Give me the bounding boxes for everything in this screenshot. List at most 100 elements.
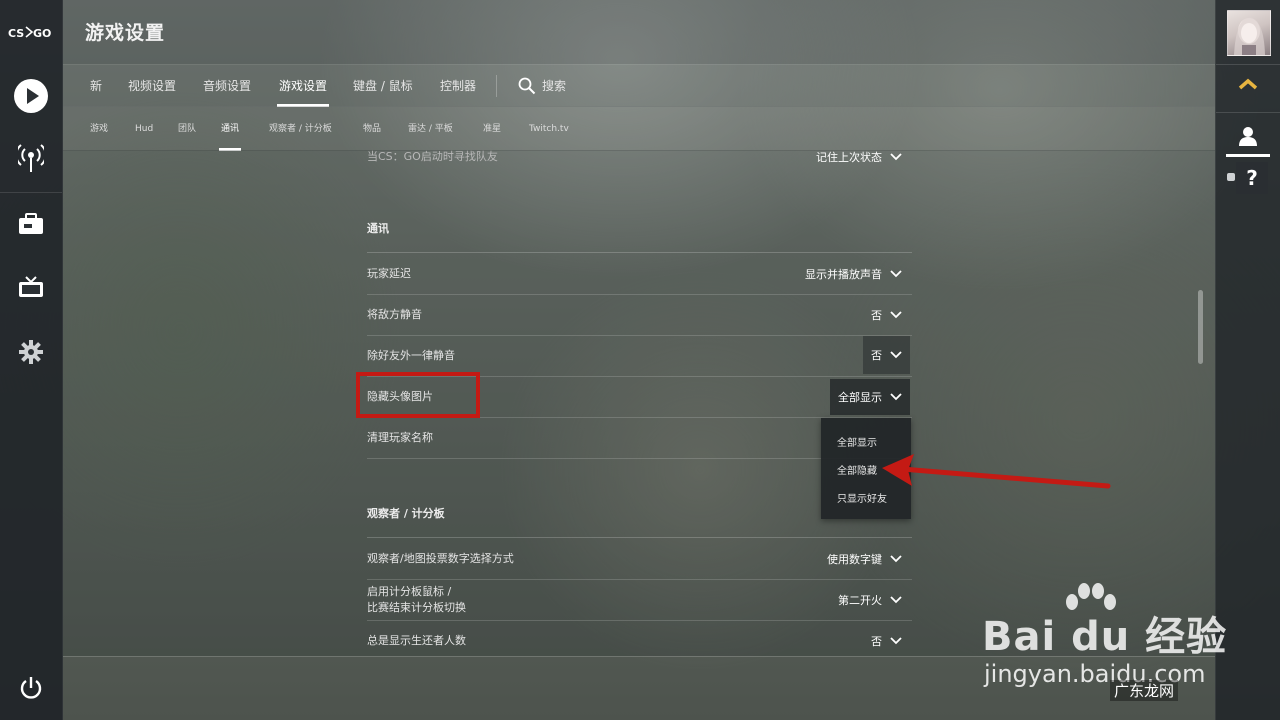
setting-dropdown-open[interactable]: 全部显示 bbox=[830, 379, 910, 415]
header: 游戏设置 bbox=[63, 0, 1215, 64]
setting-row-vote-number-method[interactable]: 观察者/地图投票数字选择方式 使用数字键 bbox=[367, 538, 912, 580]
setting-label: 清理玩家名称 bbox=[367, 431, 433, 444]
setting-dropdown[interactable]: 显示并播放声音 bbox=[805, 263, 902, 285]
setting-row-mute-non-friends[interactable]: 除好友外一律静音 否 bbox=[367, 335, 912, 377]
setting-row-player-ping[interactable]: 玩家延迟 显示并播放声音 bbox=[367, 253, 912, 295]
annotation-arrow bbox=[882, 454, 1111, 489]
chevron-down-icon bbox=[890, 351, 902, 359]
setting-dropdown[interactable]: 否 bbox=[871, 630, 902, 652]
chevron-down-icon bbox=[890, 153, 902, 161]
setting-label: 启用计分板鼠标 / 比赛结束计分板切换 bbox=[367, 584, 466, 616]
section-title-communication: 通讯 bbox=[367, 222, 389, 235]
scrollbar-thumb[interactable] bbox=[1198, 290, 1203, 364]
watch-broadcast-button[interactable] bbox=[0, 130, 62, 186]
subtab-twitch[interactable]: Twitch.tv bbox=[529, 107, 569, 151]
setting-label-line2: 比赛结束计分板切换 bbox=[367, 601, 466, 614]
broadcast-icon bbox=[18, 144, 44, 172]
power-button[interactable] bbox=[0, 660, 62, 716]
question-icon: ? bbox=[1246, 166, 1258, 190]
play-icon bbox=[14, 79, 48, 113]
user-avatar[interactable] bbox=[1227, 10, 1271, 56]
section-title-spectator-scoreboard: 观察者 / 计分板 bbox=[367, 507, 445, 520]
tab-new[interactable]: 新 bbox=[90, 65, 102, 107]
sub-tabs: 游戏 Hud 团队 通讯 观察者 / 计分板 物品 雷达 / 平板 准星 Twi… bbox=[63, 106, 1215, 151]
left-nav-rail: CS GO bbox=[0, 0, 63, 720]
settings-button[interactable] bbox=[0, 324, 62, 380]
subtab-hud[interactable]: Hud bbox=[135, 107, 153, 151]
tv-icon bbox=[19, 276, 43, 297]
gear-icon bbox=[19, 340, 43, 364]
tab-audio-settings[interactable]: 音频设置 bbox=[203, 65, 251, 107]
main-tabs: 新 视频设置 音频设置 游戏设置 键盘 / 鼠标 控制器 搜索 bbox=[63, 64, 1215, 107]
rail-divider bbox=[1216, 64, 1280, 65]
tab-controller[interactable]: 控制器 bbox=[440, 65, 476, 107]
dropdown-option-hide-all[interactable]: 全部隐藏 bbox=[837, 462, 877, 477]
setting-label: 当CS：GO启动时寻找队友 bbox=[367, 150, 498, 163]
watch-tv-button[interactable] bbox=[0, 260, 62, 316]
setting-dropdown[interactable]: 否 bbox=[871, 304, 902, 326]
chevron-down-icon bbox=[890, 311, 902, 319]
setting-value: 使用数字键 bbox=[827, 553, 882, 566]
subtab-communication[interactable]: 通讯 bbox=[219, 107, 242, 151]
tab-keyboard-mouse[interactable]: 键盘 / 鼠标 bbox=[353, 65, 413, 107]
setting-value: 否 bbox=[871, 309, 882, 322]
setting-label: 观察者/地图投票数字选择方式 bbox=[367, 552, 514, 565]
csgo-logo-icon: CS GO bbox=[8, 26, 51, 40]
setting-label: 除好友外一律静音 bbox=[367, 349, 455, 362]
subtab-radar-tablet[interactable]: 雷达 / 平板 bbox=[408, 107, 453, 151]
subtab-spectator-scoreboard[interactable]: 观察者 / 计分板 bbox=[269, 107, 332, 151]
svg-text:CS: CS bbox=[8, 27, 24, 40]
play-button[interactable] bbox=[0, 68, 62, 124]
rank-badge[interactable] bbox=[1238, 76, 1258, 95]
tab-video-settings[interactable]: 视频设置 bbox=[128, 65, 176, 107]
setting-label: 玩家延迟 bbox=[367, 267, 411, 280]
inventory-button[interactable] bbox=[0, 196, 62, 252]
chevron-down-icon bbox=[890, 555, 902, 563]
briefcase-icon bbox=[19, 213, 43, 234]
tab-game-settings[interactable]: 游戏设置 bbox=[277, 65, 330, 107]
chevron-down-icon bbox=[890, 596, 902, 604]
avatar-image bbox=[1234, 17, 1265, 55]
setting-value: 全部显示 bbox=[838, 391, 882, 404]
csgo-logo[interactable]: CS GO bbox=[0, 0, 62, 64]
setting-row-find-teammates[interactable]: 当CS：GO启动时寻找队友 记住上次状态 bbox=[367, 150, 912, 177]
svg-text:GO: GO bbox=[33, 27, 51, 40]
power-icon bbox=[20, 677, 42, 699]
setting-value: 记住上次状态 bbox=[816, 151, 882, 164]
rail-divider bbox=[0, 192, 62, 193]
dropdown-option-show-all[interactable]: 全部显示 bbox=[837, 434, 877, 449]
settings-panel: 当CS：GO启动时寻找队友 记住上次状态 通讯 玩家延迟 显示并播放声音 将敌方… bbox=[63, 150, 1215, 656]
setting-dropdown[interactable]: 否 bbox=[863, 336, 910, 374]
user-icon bbox=[1239, 127, 1257, 146]
rail-divider bbox=[1216, 112, 1280, 113]
search-icon bbox=[518, 77, 536, 95]
setting-row-mute-enemies[interactable]: 将敌方静音 否 bbox=[367, 294, 912, 336]
setting-row-show-survivors[interactable]: 总是显示生还者人数 否 bbox=[367, 620, 912, 656]
subtab-team[interactable]: 团队 bbox=[178, 107, 196, 151]
help-button[interactable]: ? bbox=[1236, 162, 1268, 194]
notification-icon bbox=[1227, 173, 1235, 181]
annotation-highlight-box bbox=[356, 372, 480, 418]
setting-label: 将敌方静音 bbox=[367, 308, 422, 321]
setting-value: 显示并播放声音 bbox=[805, 268, 882, 281]
watermark-site: 广东龙网 bbox=[1110, 680, 1179, 701]
friends-button[interactable] bbox=[1226, 118, 1270, 157]
setting-label: 总是显示生还者人数 bbox=[367, 634, 466, 647]
search-tab[interactable]: 搜索 bbox=[518, 65, 566, 107]
tab-divider bbox=[496, 75, 497, 97]
watermark-brand: Bai du 经验 bbox=[982, 614, 1228, 660]
setting-dropdown[interactable]: 记住上次状态 bbox=[816, 150, 902, 168]
setting-value: 否 bbox=[871, 635, 882, 648]
subtab-game[interactable]: 游戏 bbox=[90, 107, 108, 151]
rank-chevron-icon bbox=[1238, 78, 1258, 90]
setting-dropdown[interactable]: 使用数字键 bbox=[827, 548, 902, 570]
setting-row-scoreboard-mouse[interactable]: 启用计分板鼠标 / 比赛结束计分板切换 第二开火 bbox=[367, 579, 912, 621]
setting-dropdown[interactable]: 第二开火 bbox=[838, 589, 902, 611]
chevron-down-icon bbox=[890, 270, 902, 278]
setting-label-line1: 启用计分板鼠标 / bbox=[367, 585, 452, 598]
setting-value: 否 bbox=[871, 349, 882, 362]
chevron-down-icon bbox=[890, 393, 902, 401]
subtab-crosshair[interactable]: 准星 bbox=[483, 107, 501, 151]
setting-value: 第二开火 bbox=[838, 594, 882, 607]
subtab-items[interactable]: 物品 bbox=[363, 107, 381, 151]
